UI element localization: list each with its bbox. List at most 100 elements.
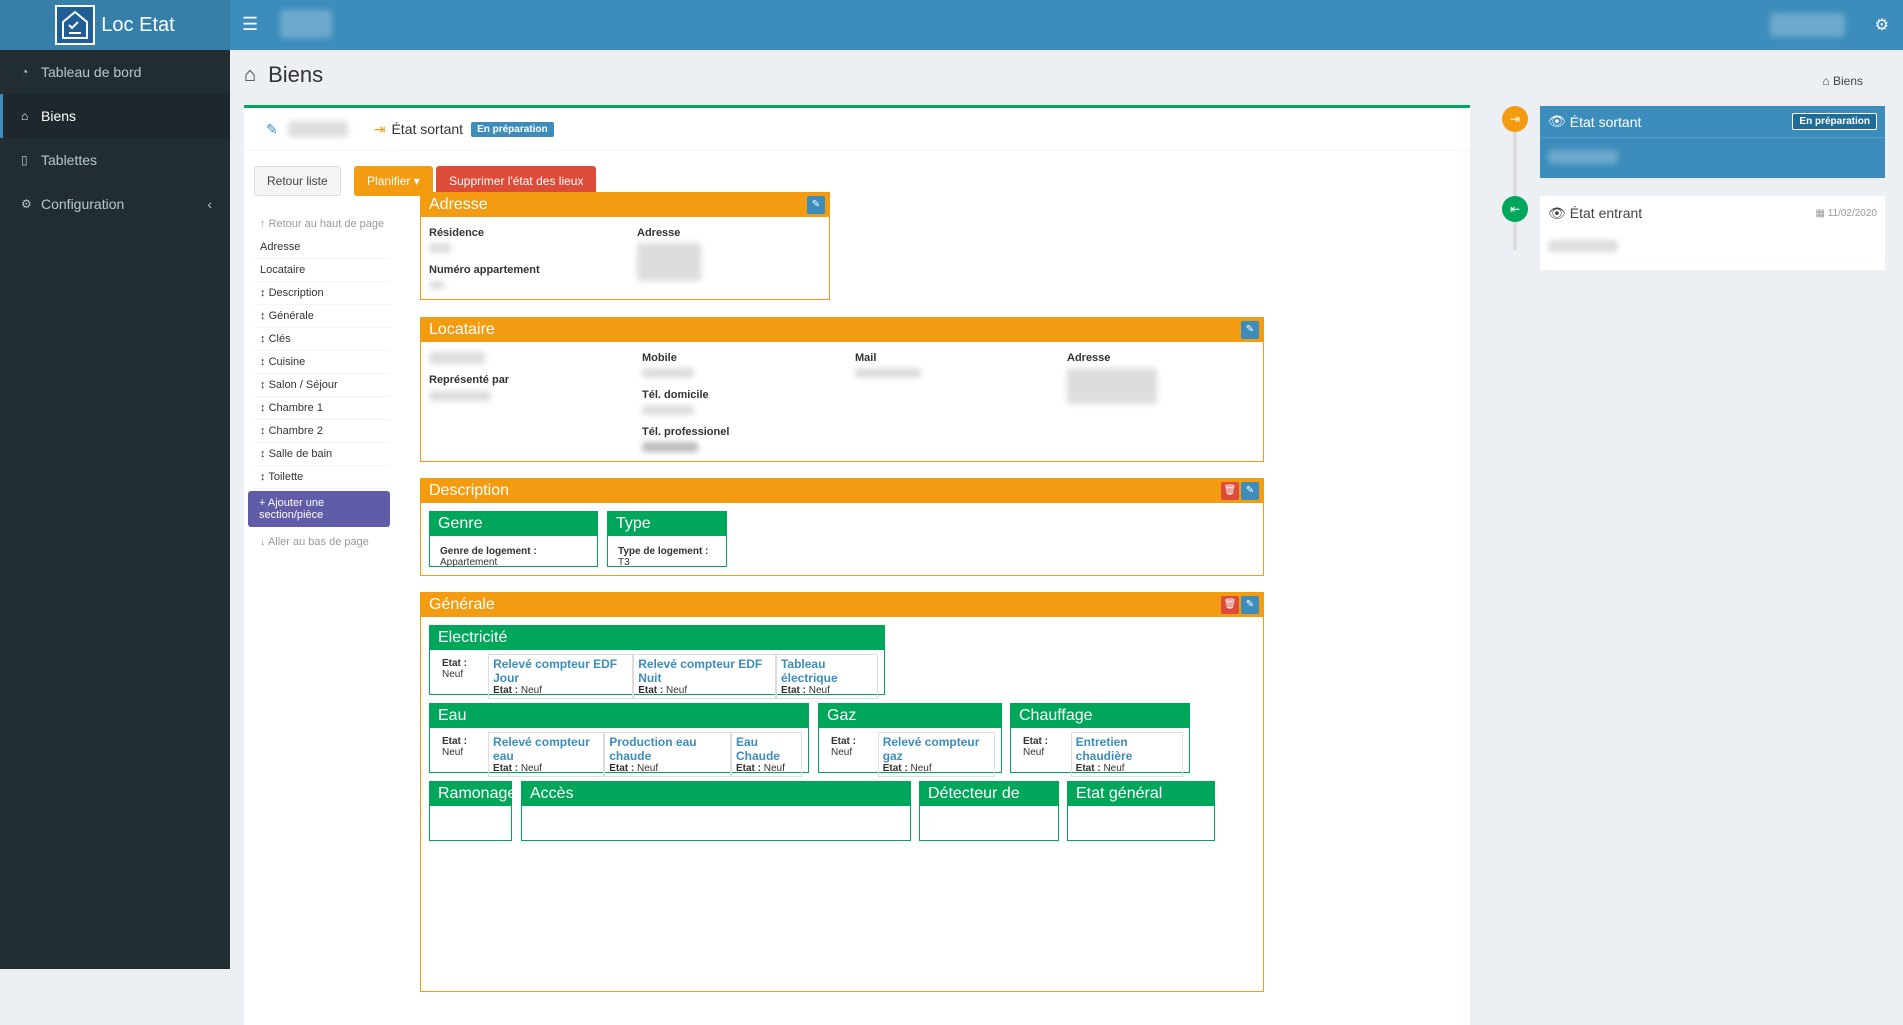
sub-title: Eau Chaude xyxy=(735,735,780,763)
timeline-card-date: ▦ 11/02/2020 xyxy=(1815,208,1877,219)
etat-value: Neuf xyxy=(1103,763,1125,774)
nav-item-locataire[interactable]: Locataire xyxy=(254,259,390,282)
field-label-mobile: Mobile xyxy=(642,352,677,364)
eye-icon: 👁 xyxy=(1548,204,1566,221)
represente-value xyxy=(429,391,491,401)
sub-item[interactable]: Relevé compteur gaz Etat : Neuf xyxy=(877,732,995,777)
sidebar-item-biens[interactable]: ⌂ Biens xyxy=(0,94,230,138)
property-name-placeholder xyxy=(287,121,348,137)
box-header: ✎ ⇥ État sortant En préparation xyxy=(244,108,1470,151)
sub-item[interactable]: Production eau chaude Etat : Neuf xyxy=(604,732,731,777)
nav-bottom-link[interactable]: ↓ Aller au bas de page xyxy=(254,531,390,554)
nav-item-salle-de-bain[interactable]: ↕ Salle de bain xyxy=(254,443,390,466)
home-icon[interactable]: ⌂ xyxy=(1822,74,1829,88)
gaz-box: Gaz Etat : Neuf Relevé compteur gaz Etat … xyxy=(818,703,1002,777)
nav-item-label: Salle de bain xyxy=(268,448,333,460)
cogs-icon: ⚙ xyxy=(21,197,32,211)
edit-pencil-icon[interactable]: ✎ xyxy=(1241,321,1259,339)
sub-title: Relevé compteur gaz xyxy=(882,735,980,763)
app-logo[interactable]: Loc Etat xyxy=(0,0,230,50)
add-section-button[interactable]: + Ajouter une section/pièce xyxy=(248,491,390,527)
sidebar-item-tableau-de-bord[interactable]: ◔ Tableau de bord xyxy=(0,50,230,94)
edit-pencil-icon[interactable]: ✎ xyxy=(807,196,825,214)
etat-label: Etat : xyxy=(493,763,519,774)
type-title: Type xyxy=(608,512,726,536)
user-menu[interactable] xyxy=(1770,13,1845,37)
sidebar-item-tablettes[interactable]: ▯ Tablettes xyxy=(0,138,230,182)
etat-label: Etat : xyxy=(1075,763,1101,774)
acces-title: Accès xyxy=(522,782,910,806)
nav-bottom-label: Aller au bas de page xyxy=(267,536,369,548)
settings-gears-icon[interactable]: ⚙ xyxy=(1875,15,1889,35)
sidebar-item-label: Tableau de bord xyxy=(41,64,142,80)
sign-in-icon: ⇤ xyxy=(1502,196,1528,222)
pencil-icon[interactable]: ✎ xyxy=(266,121,278,138)
sidebar-item-label: Biens xyxy=(41,108,77,124)
back-list-button[interactable]: Retour liste xyxy=(254,166,341,196)
timeline-card-sortant[interactable]: 👁 État sortant En préparation xyxy=(1540,106,1885,178)
mail-value xyxy=(855,368,921,378)
sub-item[interactable]: Relevé compteur eau Etat : Neuf xyxy=(488,732,605,777)
etat-value: Neuf xyxy=(1023,747,1045,758)
gaz-title: Gaz xyxy=(819,704,1001,728)
timeline-line xyxy=(1513,125,1517,250)
tel-pro-value xyxy=(642,442,698,452)
locataire-adresse-value xyxy=(1067,368,1157,404)
top-navbar: Loc Etat ☰ ⚙ xyxy=(0,0,1903,50)
adresse-value xyxy=(637,243,701,281)
etat-label: Etat : xyxy=(735,763,761,774)
locataire-panel: Locataire ✎ Représenté par Mobile Tél. d… xyxy=(420,317,1264,462)
sub-title: Relevé compteur eau xyxy=(493,735,590,763)
sub-item[interactable]: Eau Chaude Etat : Neuf xyxy=(730,732,802,777)
etat-proprete-title: Etat général Propreté xyxy=(1068,782,1214,826)
nav-item-label: Toilette xyxy=(268,471,304,483)
mobile-value xyxy=(642,368,694,378)
chevron-left-icon: ‹ xyxy=(207,196,212,212)
breadcrumb-biens[interactable]: Biens xyxy=(1833,74,1863,88)
nav-item-description[interactable]: ↕ Description xyxy=(254,282,390,305)
numero-value xyxy=(429,281,445,289)
trash-icon[interactable]: 🗑 xyxy=(1221,596,1239,614)
type-value: T3 xyxy=(618,557,630,568)
sub-item[interactable]: Relevé compteur EDF Jour Etat : Neuf xyxy=(488,654,634,699)
nav-top-link[interactable]: ↑ Retour au haut de page xyxy=(254,213,390,236)
gaz-row: Etat : Neuf Relevé compteur gaz Etat : Ne… xyxy=(819,728,1001,781)
timeline-card-title: État sortant xyxy=(1569,113,1642,130)
sub-item[interactable]: Relevé compteur EDF Nuit Etat : Neuf xyxy=(633,654,776,699)
nav-item-generale[interactable]: ↕ Générale xyxy=(254,305,390,328)
timeline-card-body-placeholder xyxy=(1548,240,1618,252)
trash-icon[interactable]: 🗑 xyxy=(1221,482,1239,500)
nav-item-cuisine[interactable]: ↕ Cuisine xyxy=(254,351,390,374)
sub-title: Tableau électrique xyxy=(780,657,838,685)
sub-item[interactable]: Tableau électrique Etat : Neuf xyxy=(775,654,878,699)
nav-item-adresse[interactable]: Adresse xyxy=(254,236,390,259)
main-box: ✎ ⇥ État sortant En préparation Retour l… xyxy=(244,105,1470,1025)
eau-row: Etat : Neuf Relevé compteur eau Etat : Ne… xyxy=(430,728,808,781)
menu-toggle-icon[interactable]: ☰ xyxy=(242,14,258,35)
nav-item-cles[interactable]: ↕ Clés xyxy=(254,328,390,351)
edit-pencil-icon[interactable]: ✎ xyxy=(1241,482,1259,500)
sidebar: ◔ Tableau de bord ⌂ Biens ▯ Tablettes ⚙ … xyxy=(0,50,230,969)
eau-box: Eau Etat : Neuf Relevé compteur eau Etat … xyxy=(429,703,809,777)
acces-box: Accès xyxy=(521,781,911,841)
nav-item-salon[interactable]: ↕ Salon / Séjour xyxy=(254,374,390,397)
type-label: Type de logement : xyxy=(618,546,709,557)
nav-item-chambre-2[interactable]: ↕ Chambre 2 xyxy=(254,420,390,443)
nav-item-chambre-1[interactable]: ↕ Chambre 1 xyxy=(254,397,390,420)
sub-item[interactable]: Entretien chaudière Etat : Neuf xyxy=(1070,732,1183,777)
home-icon: ⌂ xyxy=(244,63,257,86)
sidebar-item-configuration[interactable]: ⚙ Configuration ‹ xyxy=(0,182,230,226)
edit-pencil-icon[interactable]: ✎ xyxy=(1241,596,1259,614)
field-label-residence: Résidence xyxy=(429,227,485,239)
sidebar-item-label: Configuration xyxy=(41,196,125,212)
calendar-icon: ▦ xyxy=(1815,207,1825,219)
content-wrapper: ⌂ Biens ⌂ Biens ✎ ⇥ État sortant En prép… xyxy=(230,50,1903,1025)
timeline-card-header: 👁 État entrant ▦ 11/02/2020 xyxy=(1540,196,1885,230)
nav-item-toilette[interactable]: ↕ Toilette xyxy=(254,466,390,489)
app-name: Loc Etat xyxy=(101,13,175,36)
house-checklist-icon xyxy=(55,5,96,45)
etat-text: Etat : Neuf xyxy=(442,654,485,699)
timeline-card-entrant[interactable]: 👁 État entrant ▦ 11/02/2020 xyxy=(1540,196,1885,270)
residence-value xyxy=(429,243,451,253)
ramonage-title: Ramonage xyxy=(430,782,516,806)
